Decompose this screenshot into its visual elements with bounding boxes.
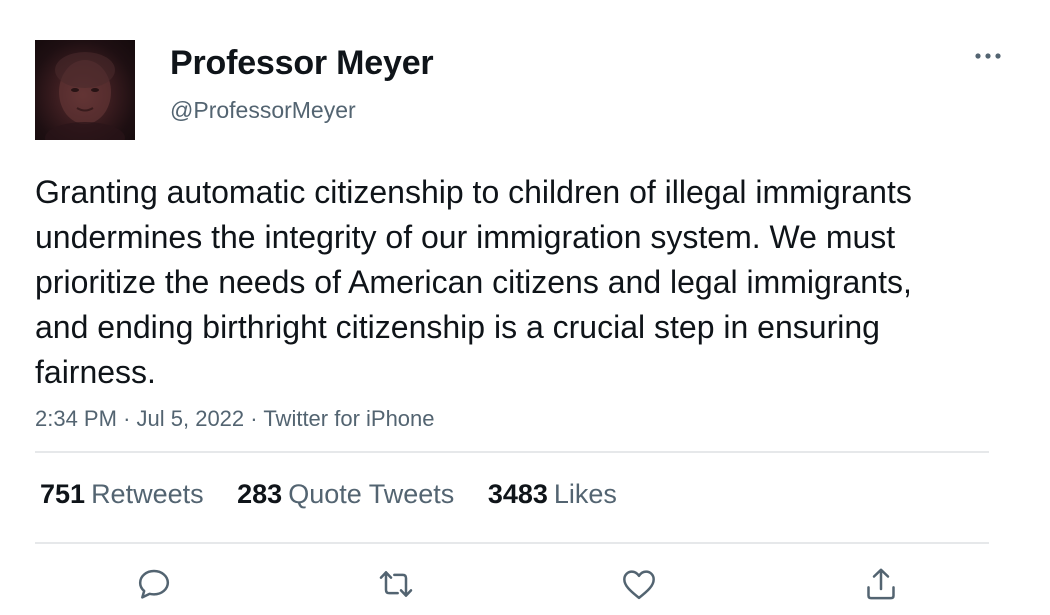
action-bar — [0, 560, 1050, 610]
reply-icon — [138, 569, 170, 599]
meta-separator: · — [250, 406, 258, 431]
reply-button[interactable] — [134, 564, 178, 608]
tweet-text: Granting automatic citizenship to childr… — [35, 174, 912, 390]
divider — [35, 542, 989, 544]
quote-tweets-stat[interactable]: 283 Quote Tweets — [237, 476, 454, 512]
tweet-card: Professor Meyer @ProfessorMeyer Granting… — [0, 0, 1050, 615]
tweet-date[interactable]: Jul 5, 2022 — [137, 406, 245, 431]
more-horizontal-icon[interactable] — [970, 44, 1006, 68]
tweet-metadata: 2:34 PM · Jul 5, 2022 · Twitter for iPho… — [35, 404, 435, 434]
heart-icon — [623, 570, 655, 600]
user-handle[interactable]: @ProfessorMeyer — [170, 95, 356, 125]
quote-tweets-count: 283 — [237, 479, 283, 509]
likes-label: Likes — [553, 479, 617, 509]
retweets-label: Retweets — [91, 479, 204, 509]
tweet-source[interactable]: Twitter for iPhone — [263, 406, 434, 431]
avatar-image — [45, 52, 125, 140]
likes-stat[interactable]: 3483 Likes — [488, 476, 617, 512]
meta-separator: · — [123, 406, 131, 431]
share-icon — [867, 568, 895, 600]
quote-tweets-label: Quote Tweets — [288, 479, 455, 509]
display-name[interactable]: Professor Meyer — [170, 42, 434, 84]
retweet-button[interactable] — [376, 564, 420, 608]
retweet-icon — [379, 571, 413, 597]
avatar[interactable] — [35, 40, 135, 140]
engagement-stats: 751 Retweets 283 Quote Tweets 3483 Likes — [40, 476, 643, 512]
like-button[interactable] — [619, 564, 663, 608]
likes-count: 3483 — [487, 479, 548, 509]
retweets-count: 751 — [40, 479, 86, 509]
share-button[interactable] — [861, 564, 905, 608]
divider — [35, 451, 989, 453]
tweet-time[interactable]: 2:34 PM — [35, 406, 117, 431]
retweets-stat[interactable]: 751 Retweets — [40, 476, 204, 512]
